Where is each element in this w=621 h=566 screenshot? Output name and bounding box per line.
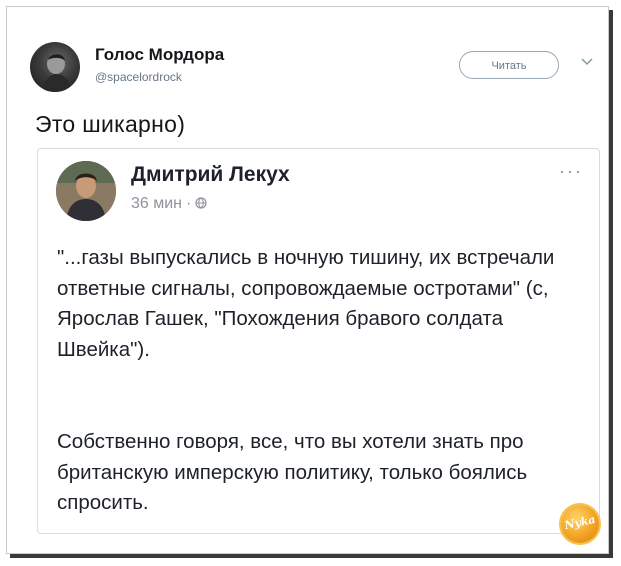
author-handle[interactable]: @spacelordrock bbox=[95, 70, 182, 84]
post-paragraph-1: "...газы выпускались в ночную тишину, их… bbox=[57, 246, 555, 361]
post-meta: 36 мин · bbox=[131, 195, 207, 213]
post-paragraph-2: Собственно говоря, все, что вы хотели зн… bbox=[57, 430, 528, 514]
watermark-logo: Nyka bbox=[561, 505, 599, 543]
globe-icon bbox=[195, 197, 207, 209]
author-name[interactable]: Голос Мордора bbox=[95, 45, 224, 65]
author-avatar[interactable] bbox=[30, 42, 80, 92]
post-author-name: Дмитрий Лекух bbox=[131, 163, 290, 186]
tweet-text: Это шикарно) bbox=[35, 111, 186, 137]
chevron-down-icon[interactable] bbox=[580, 57, 594, 67]
post-author-avatar bbox=[56, 161, 116, 221]
tweet-container: Голос Мордора @spacelordrock Читать Это … bbox=[6, 6, 609, 554]
watermark-text: Nyka bbox=[563, 512, 597, 533]
more-options-icon: ··· bbox=[559, 161, 583, 181]
post-time: 36 мин bbox=[131, 195, 183, 212]
embedded-post-screenshot: Дмитрий Лекух 36 мин · ··· "...газы выпус… bbox=[37, 148, 600, 534]
meta-separator: · bbox=[186, 195, 192, 212]
follow-button[interactable]: Читать bbox=[459, 51, 559, 79]
